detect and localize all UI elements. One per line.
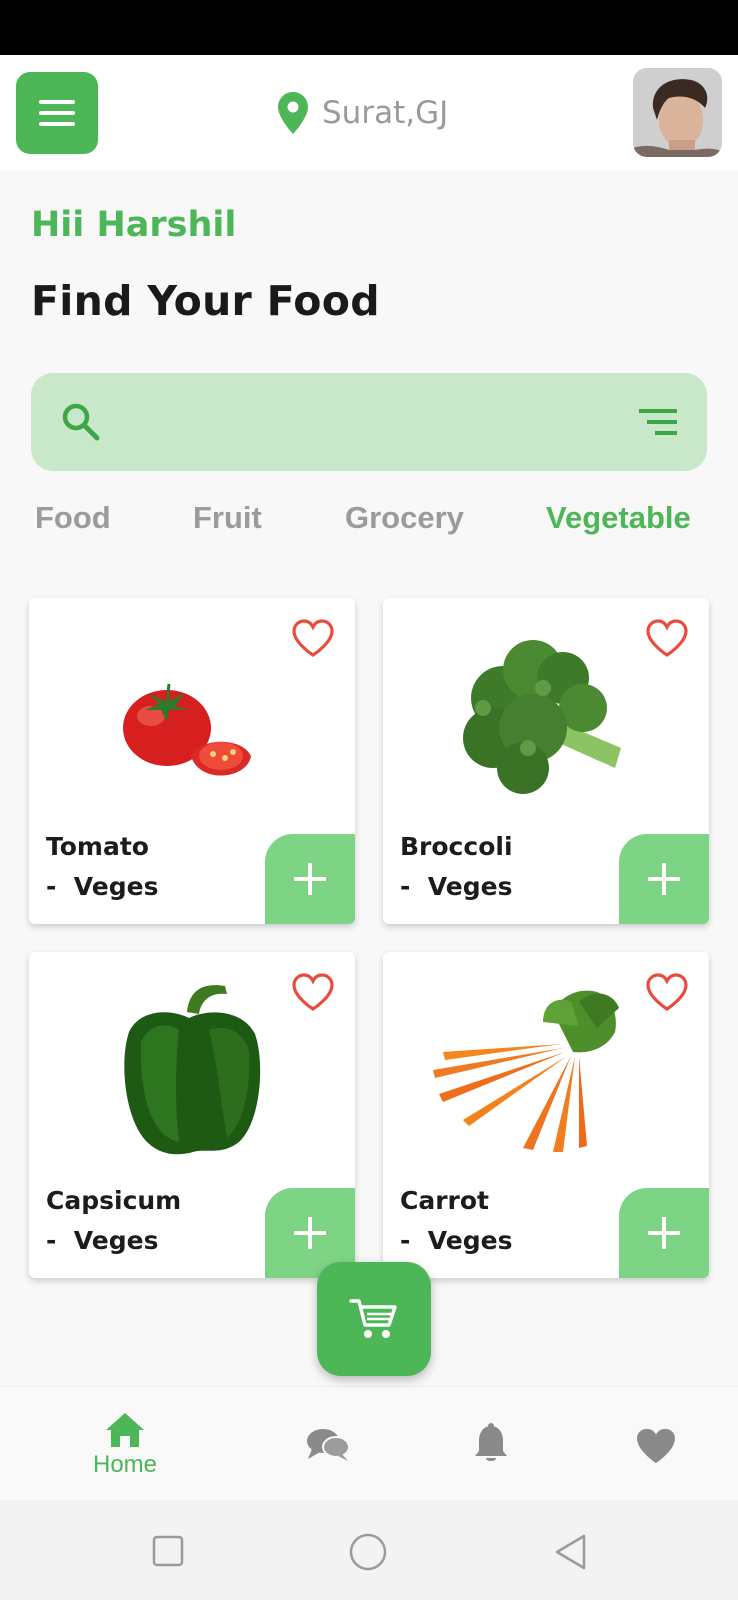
favorite-heart-icon[interactable] <box>291 972 335 1012</box>
avatar-image <box>633 68 722 157</box>
add-to-cart-button[interactable] <box>619 834 709 924</box>
greeting: Hii Harshil <box>31 205 237 245</box>
plus-icon <box>648 863 680 895</box>
favorite-heart-icon[interactable] <box>291 618 335 658</box>
bottom-navigation: Home <box>0 1386 738 1500</box>
location-selector[interactable]: Surat,GJ <box>278 90 448 136</box>
plus-icon <box>294 1217 326 1249</box>
app-bar: Surat,GJ <box>0 55 738 170</box>
filter-icon[interactable] <box>639 409 677 435</box>
product-name: Capsicum <box>46 1186 182 1215</box>
tab-food[interactable]: Food <box>35 500 111 536</box>
menu-button[interactable] <box>16 72 98 154</box>
search-input[interactable] <box>31 373 707 471</box>
plus-icon <box>294 863 326 895</box>
favorite-heart-icon[interactable] <box>645 972 689 1012</box>
cart-button[interactable] <box>317 1262 431 1376</box>
cart-icon <box>349 1299 397 1338</box>
map-pin-icon <box>278 92 308 134</box>
bell-icon <box>475 1423 507 1461</box>
nav-chat[interactable] <box>305 1387 351 1501</box>
tab-grocery[interactable]: Grocery <box>345 500 464 536</box>
product-name: Carrot <box>400 1186 490 1215</box>
hamburger-menu-icon <box>39 100 75 104</box>
category-tabs: Food Fruit Grocery Vegetable <box>0 500 738 540</box>
home-icon <box>106 1413 144 1447</box>
page-title: Find Your Food <box>31 277 380 325</box>
plus-icon <box>648 1217 680 1249</box>
product-category: - Veges <box>46 1226 159 1255</box>
recent-apps-icon[interactable] <box>152 1535 184 1567</box>
tab-fruit[interactable]: Fruit <box>193 500 262 536</box>
product-card-carrot[interactable]: Carrot - Veges <box>383 952 709 1278</box>
heart-icon <box>637 1428 675 1464</box>
product-name: Tomato <box>46 832 149 861</box>
nav-notifications[interactable] <box>473 1387 509 1501</box>
nav-home-label: Home <box>92 1451 158 1478</box>
tab-vegetable[interactable]: Vegetable <box>546 500 691 536</box>
add-to-cart-button[interactable] <box>265 834 355 924</box>
chat-icon <box>307 1429 350 1461</box>
system-navigation-bar <box>0 1500 738 1600</box>
product-category: - Veges <box>46 872 159 901</box>
favorite-heart-icon[interactable] <box>645 618 689 658</box>
location-text: Surat,GJ <box>322 95 449 131</box>
nav-favorites[interactable] <box>634 1387 678 1501</box>
add-to-cart-button[interactable] <box>619 1188 709 1278</box>
product-card-capsicum[interactable]: Capsicum - Veges <box>29 952 355 1278</box>
nav-home[interactable]: Home <box>85 1387 165 1501</box>
product-name: Broccoli <box>400 832 513 861</box>
product-card-broccoli[interactable]: Broccoli - Veges <box>383 598 709 924</box>
home-circle-icon[interactable] <box>349 1533 387 1571</box>
product-category: - Veges <box>400 872 513 901</box>
avatar[interactable] <box>633 68 722 157</box>
product-card-tomato[interactable]: Tomato - Veges <box>29 598 355 924</box>
product-category: - Veges <box>400 1226 513 1255</box>
back-triangle-icon[interactable] <box>554 1534 586 1570</box>
search-icon[interactable] <box>61 402 101 442</box>
status-bar <box>0 0 738 55</box>
